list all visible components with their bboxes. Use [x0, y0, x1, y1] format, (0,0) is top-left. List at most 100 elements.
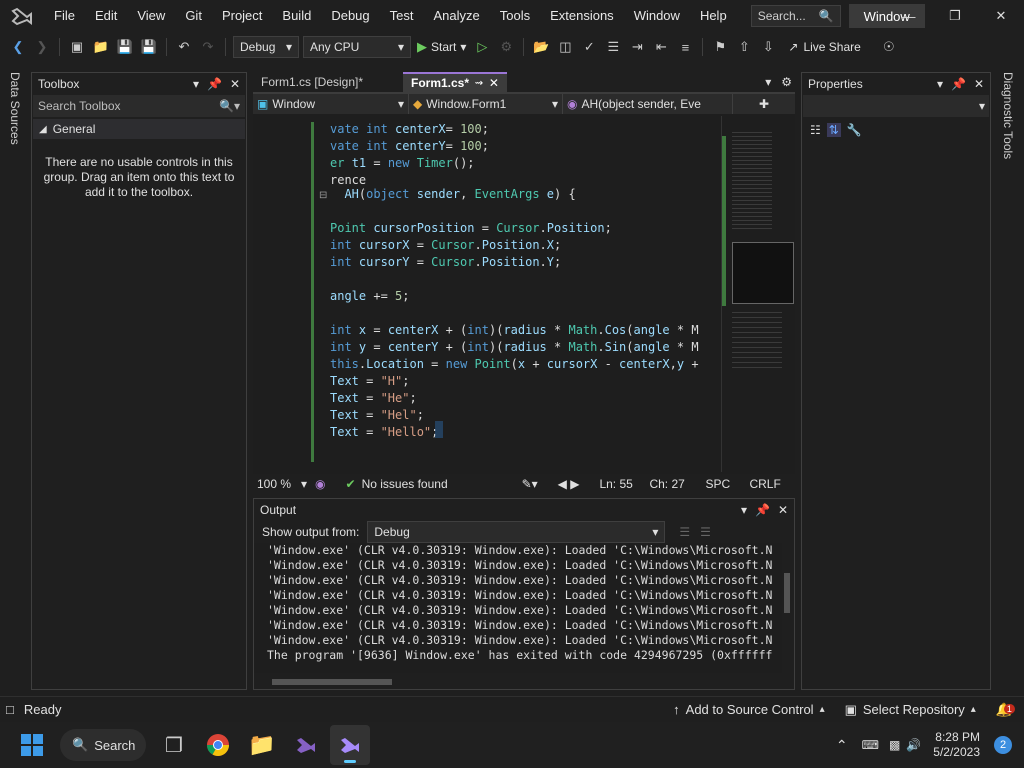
outdent-icon[interactable]: ⇤ [651, 36, 671, 58]
keyboard-icon[interactable]: ⌨ [862, 738, 879, 752]
menu-file[interactable]: File [44, 0, 85, 32]
whitespace-mode[interactable]: SPC [705, 477, 749, 491]
close-icon[interactable]: ✕ [489, 76, 499, 90]
volume-icon[interactable]: 🔊 [906, 738, 921, 752]
maximize-icon[interactable]: ❐ [932, 0, 978, 32]
select-repository-button[interactable]: ▣ Select Repository ▴ [845, 702, 976, 718]
tab-form1-design[interactable]: Form1.cs [Design]* [253, 72, 403, 92]
tab-dropdown-icon[interactable]: ▾ [765, 75, 771, 89]
notifications-button[interactable]: 🔔 1 [996, 702, 1015, 718]
chevron-down-icon[interactable]: ▾ [301, 477, 307, 491]
menu-help[interactable]: Help [690, 0, 737, 32]
project-dropdown[interactable]: ▣ Window ▾ [253, 94, 409, 114]
issues-status[interactable]: No issues found [362, 477, 522, 491]
split-icon[interactable]: ✚ [759, 97, 769, 111]
menu-test[interactable]: Test [380, 0, 424, 32]
search-input[interactable]: Search... 🔍 [750, 5, 841, 27]
bookmark-prev-icon[interactable]: ⇧ [734, 36, 754, 58]
configuration-dropdown[interactable]: Debug ▾ [233, 36, 299, 58]
output-source-dropdown[interactable]: Debug ▾ [367, 521, 666, 543]
minimize-icon[interactable]: — [886, 0, 932, 32]
data-sources-tab[interactable]: Data Sources [8, 72, 22, 145]
start-button[interactable]: ▶ Start ▾ [417, 39, 466, 55]
chrome-icon[interactable] [198, 725, 238, 765]
line-number[interactable]: Ln: 55 [599, 477, 649, 491]
member-dropdown[interactable]: ◉ AH(object sender, Eve [563, 94, 733, 114]
minimap-viewport[interactable] [732, 242, 794, 304]
menu-build[interactable]: Build [272, 0, 321, 32]
file-explorer-icon[interactable]: 📁 [242, 725, 282, 765]
hot-reload-icon[interactable]: ⚙ [496, 36, 516, 58]
column-number[interactable]: Ch: 27 [649, 477, 705, 491]
forward-icon[interactable]: ❯ [32, 36, 52, 58]
spellcheck-icon[interactable]: ✓ [579, 36, 599, 58]
menu-git[interactable]: Git [175, 0, 212, 32]
diagnostic-tools-tab[interactable]: Diagnostic Tools [1001, 72, 1015, 159]
bookmark-next-icon[interactable]: ⇩ [758, 36, 778, 58]
clear-icon[interactable]: ☰ [679, 525, 690, 539]
class-dropdown[interactable]: ◆ Window.Form1 ▾ [409, 94, 563, 114]
line-ending[interactable]: CRLF [749, 477, 780, 491]
output-text[interactable]: 'Window.exe' (CLR v4.0.30319: Window.exe… [254, 543, 782, 673]
visual-studio-taskbar-icon[interactable] [286, 725, 326, 765]
menu-project[interactable]: Project [212, 0, 272, 32]
pin-icon[interactable]: 📌 [951, 77, 966, 91]
dropdown-icon[interactable]: ▾ [741, 503, 747, 517]
menu-view[interactable]: View [127, 0, 175, 32]
clock[interactable]: 8:28 PM 5/2/2023 [933, 730, 980, 760]
pin-icon[interactable]: ⇝ [475, 78, 483, 89]
layout-icon[interactable]: ◫ [555, 36, 575, 58]
redo-icon[interactable]: ↷ [198, 36, 218, 58]
wrench-icon[interactable]: 🔧 [847, 123, 862, 137]
close-icon[interactable]: ✕ [778, 503, 788, 517]
menu-edit[interactable]: Edit [85, 0, 127, 32]
minimap[interactable] [721, 116, 795, 472]
code-view[interactable]: ⊟ vate int centerX= 100; vate int centerY… [253, 116, 721, 472]
close-icon[interactable]: ✕ [230, 77, 240, 91]
folder-view-icon[interactable]: 📂 [531, 36, 551, 58]
toolbox-group-general[interactable]: ◢ General [33, 119, 245, 139]
start-without-debugging-icon[interactable]: ▷ [472, 36, 492, 58]
visual-studio-logo-icon[interactable] [0, 0, 44, 32]
align-icon[interactable]: ☰ [603, 36, 623, 58]
close-icon[interactable]: ✕ [978, 0, 1024, 32]
menu-debug[interactable]: Debug [321, 0, 379, 32]
new-project-icon[interactable]: ▣ [67, 36, 87, 58]
save-all-icon[interactable]: 💾 [139, 36, 159, 58]
account-icon[interactable]: ☉ [879, 36, 899, 58]
menu-tools[interactable]: Tools [490, 0, 540, 32]
categorized-icon[interactable]: ☷ [810, 123, 821, 137]
zoom-level[interactable]: 100 % [257, 477, 301, 491]
chevron-up-icon[interactable]: ⌃ [836, 737, 848, 754]
menu-analyze[interactable]: Analyze [423, 0, 489, 32]
menu-window[interactable]: Window [624, 0, 690, 32]
back-icon[interactable]: ❮ [8, 36, 28, 58]
save-icon[interactable]: 💾 [115, 36, 135, 58]
bookmark-icon[interactable]: ⚑ [710, 36, 730, 58]
open-folder-icon[interactable]: 📁 [91, 36, 111, 58]
menu-extensions[interactable]: Extensions [540, 0, 624, 32]
visual-studio-active-taskbar-icon[interactable] [330, 725, 370, 765]
close-icon[interactable]: ✕ [974, 77, 984, 91]
copilot-icon[interactable]: ◉ [315, 477, 325, 491]
platform-dropdown[interactable]: Any CPU ▾ [303, 36, 411, 58]
pin-icon[interactable]: 📌 [755, 503, 770, 517]
gear-icon[interactable]: ⚙ [781, 75, 792, 89]
tab-form1-cs[interactable]: Form1.cs* ⇝ ✕ [403, 72, 507, 92]
pin-icon[interactable]: 📌 [207, 77, 222, 91]
add-to-source-control-button[interactable]: ↑ Add to Source Control ▴ [673, 702, 824, 717]
live-share-button[interactable]: ↗ Live Share [788, 40, 860, 54]
output-hscrollbar-thumb[interactable] [272, 679, 392, 685]
nav-arrows-icon[interactable]: ◀ ▶ [558, 477, 580, 491]
output-scrollbar-thumb[interactable] [784, 573, 790, 613]
toolbox-search-input[interactable]: Search Toolbox 🔍▾ [33, 95, 245, 117]
undo-icon[interactable]: ↶ [174, 36, 194, 58]
properties-object-dropdown[interactable]: ▾ [803, 95, 989, 117]
dropdown-icon[interactable]: ▾ [937, 77, 943, 91]
comment-icon[interactable]: ≡ [675, 36, 695, 58]
task-view-icon[interactable]: ❐ [154, 725, 194, 765]
display-icon[interactable]: ▩ [889, 738, 900, 752]
indent-icon[interactable]: ⇥ [627, 36, 647, 58]
notification-badge[interactable]: 2 [994, 736, 1012, 754]
collapse-icon[interactable]: ⊟ [319, 190, 327, 201]
